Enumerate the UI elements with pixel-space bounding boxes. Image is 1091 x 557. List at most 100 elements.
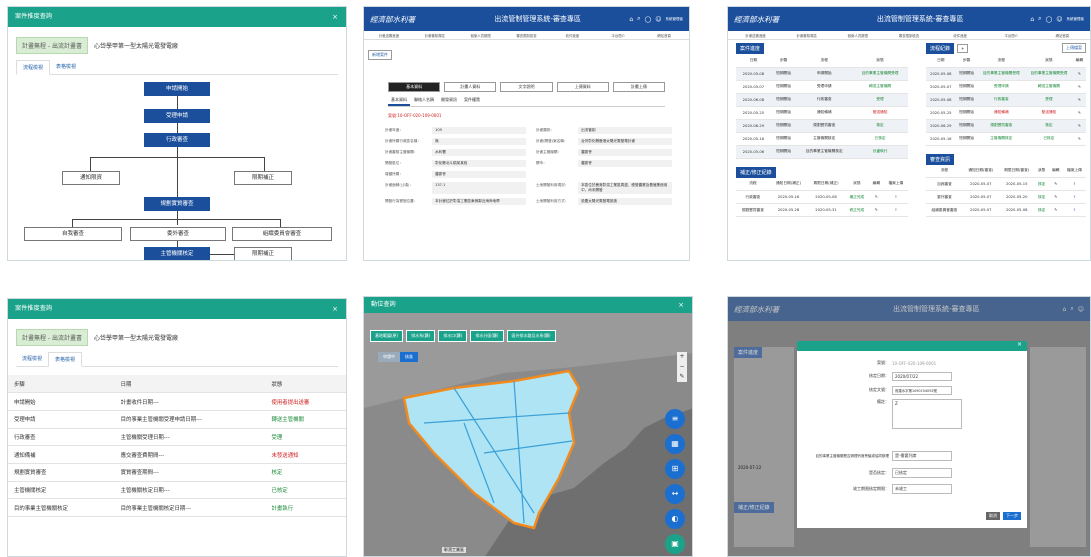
edit-icon[interactable]: ✎ [1072, 67, 1086, 81]
tab-table-view[interactable]: 表格檢視 [50, 60, 82, 74]
nav-item[interactable]: 網站首頁 [641, 33, 687, 38]
map-layer-button[interactable]: 排水系(縣) [406, 330, 436, 342]
home-icon[interactable]: ⌂ [1030, 16, 1034, 23]
nav-item[interactable]: 收件進度 [549, 33, 595, 38]
upload-icon[interactable]: ⇪ [1062, 190, 1086, 204]
flow-connector [72, 219, 280, 220]
home-icon[interactable]: ⌂ [1063, 306, 1067, 313]
tab-flow-view[interactable]: 流程檢視 [16, 60, 51, 75]
search-icon[interactable]: ⌕ [1038, 15, 1041, 23]
edit-icon[interactable]: ✎ [1072, 119, 1086, 133]
flow-connector [210, 254, 234, 255]
table-cell: 行政審查 [796, 93, 853, 107]
note-textarea[interactable]: Z [892, 399, 962, 429]
nav-item[interactable]: 收件進度 [935, 33, 986, 38]
flow-node-admin-review: 行政審查 [144, 133, 210, 147]
edit-icon[interactable]: ✎ [1072, 106, 1086, 120]
dialog-close-icon[interactable]: × [1017, 341, 1022, 348]
qr-icon[interactable]: ▣ [665, 534, 685, 554]
chat-icon[interactable]: ◯ [1046, 16, 1053, 23]
tab-text[interactable]: 文字說明 [500, 82, 553, 92]
subtab-rights[interactable]: 案件權責 [461, 96, 483, 106]
table-cell: 2020-05-16 [926, 132, 956, 146]
search-icon[interactable]: ⌕ [1070, 305, 1073, 313]
upload-icon[interactable]: ⇪ [883, 203, 908, 217]
nav-item[interactable]: 計畫審核專區 [412, 33, 458, 38]
nav-item[interactable]: 個案人員權限 [832, 33, 883, 38]
map-layer-button[interactable]: 排水分區(縣) [470, 330, 504, 342]
tab-upload[interactable]: 上傳資料 [556, 82, 609, 92]
add-case-button[interactable]: 新增案件 [368, 50, 392, 60]
tab-table-view[interactable]: 表格檢視 [48, 352, 83, 367]
select1-dropdown[interactable]: 是-需要列席 [892, 451, 952, 461]
nav-item[interactable]: 個案人員權限 [458, 33, 504, 38]
map-layer-button[interactable]: 基地範圍(原) [370, 330, 404, 342]
edit-icon[interactable]: ✎ [1048, 190, 1063, 204]
toggle-approved[interactable]: 核准 [400, 352, 418, 362]
map-canvas[interactable] [364, 313, 692, 556]
ruler-icon[interactable]: ✎ [677, 372, 687, 382]
layers-icon[interactable]: ≡ [665, 409, 685, 429]
date-input[interactable]: 2020/07/22 [892, 371, 952, 381]
table-row: 2020-05-06 短期開始 目的事業主管機關核定 計畫執行 [736, 145, 908, 159]
column-header: 通知日期(補正) [769, 177, 808, 191]
cancel-button[interactable]: 取消 [986, 512, 1000, 520]
nav-item[interactable]: 審查限制檢查 [504, 33, 550, 38]
next-button[interactable]: 下一步 [1003, 512, 1021, 520]
user-icon[interactable]: ☺ [655, 16, 661, 23]
user-icon[interactable]: ☺ [1078, 306, 1084, 313]
note-label: 備註： [877, 399, 889, 404]
upload-button[interactable]: 上傳檔案 [1062, 43, 1086, 53]
grid-icon[interactable]: ▦ [665, 434, 685, 454]
close-icon[interactable]: × [332, 299, 338, 319]
approval-dialog-page: 經濟部水利署 出流管制管理系統-審查專區 ⌂ ⌕ ☺ 案件進度 2020-07-22 補… [727, 296, 1091, 557]
select2-dropdown[interactable]: 已核定 [892, 468, 952, 478]
table-row: 2020-05-25 短期開始 通知備補 發送通知 ✎ [926, 106, 1086, 120]
nav-item[interactable]: 平台簡介 [595, 33, 641, 38]
tab-flow-view[interactable]: 流程檢視 [16, 352, 48, 366]
map-layer-button[interactable]: 區外排水路及水系(縣) [506, 330, 556, 342]
nav-item[interactable]: 網站首頁 [1037, 33, 1088, 38]
map-layer-button[interactable]: 排水口(縣) [438, 330, 468, 342]
tab-plan-upload[interactable]: 計畫上傳 [612, 82, 666, 92]
home-icon[interactable]: ⌂ [629, 16, 633, 23]
review-table: 流程 通知日期(審查) 期限日期(審查) 狀態 編輯 檔案上傳 自我審查 2020-05-07… [926, 164, 1086, 217]
close-icon[interactable]: × [678, 297, 684, 313]
step-cell: 申請開始 [8, 392, 115, 411]
edit-icon[interactable]: ✎ [1048, 203, 1063, 217]
nav-item[interactable]: 平台簡介 [986, 33, 1037, 38]
subtab-dev[interactable]: 開發資訊 [438, 96, 460, 106]
nav-item[interactable]: 計畫送審進度 [730, 33, 781, 38]
nav-item[interactable]: 計畫審核專區 [781, 33, 832, 38]
select3-dropdown[interactable]: 未竣工 [892, 484, 952, 494]
palette-icon[interactable]: ◐ [665, 509, 685, 529]
add-record-button[interactable]: + [957, 44, 969, 53]
edit-icon[interactable]: ✎ [1048, 177, 1063, 191]
search-icon[interactable]: ⌕ [637, 15, 640, 23]
edit-icon[interactable]: ✎ [1072, 80, 1086, 94]
doc-input[interactable]: 府建水字第1090154092號 [892, 385, 952, 395]
status-cell: 受理 [265, 428, 346, 447]
toggle-pending[interactable]: 申請中 [378, 352, 400, 362]
upload-icon[interactable]: ⇪ [1062, 177, 1086, 191]
close-icon[interactable]: × [332, 7, 338, 27]
edit-icon[interactable]: ✎ [869, 190, 884, 204]
chat-icon[interactable]: ◯ [645, 16, 652, 23]
user-icon[interactable]: ☺ [1056, 16, 1062, 23]
tab-basic[interactable]: 基本資料 [388, 82, 441, 92]
nav-item[interactable]: 計畫送審進度 [366, 33, 412, 38]
measure-icon[interactable]: ↔ [665, 484, 685, 504]
map-icon[interactable]: ⊞ [665, 459, 685, 479]
edit-icon[interactable]: ✎ [1072, 132, 1086, 146]
upload-icon[interactable]: ⇪ [1062, 203, 1086, 217]
case-progress-title: 案件進度 [734, 347, 763, 358]
nav-item[interactable]: 審查限制檢查 [883, 33, 934, 38]
upload-icon[interactable]: ⇪ [883, 190, 908, 204]
subtab-contact[interactable]: 聯絡人名稱 [411, 96, 437, 106]
zoom-in-icon[interactable]: + [677, 352, 687, 362]
edit-icon[interactable]: ✎ [869, 203, 884, 217]
tab-applicant[interactable]: 計畫人資料 [444, 82, 497, 92]
subtab-basic[interactable]: 基本資料 [388, 96, 410, 106]
edit-icon[interactable]: ✎ [1072, 93, 1086, 107]
zoom-out-icon[interactable]: − [677, 362, 687, 372]
